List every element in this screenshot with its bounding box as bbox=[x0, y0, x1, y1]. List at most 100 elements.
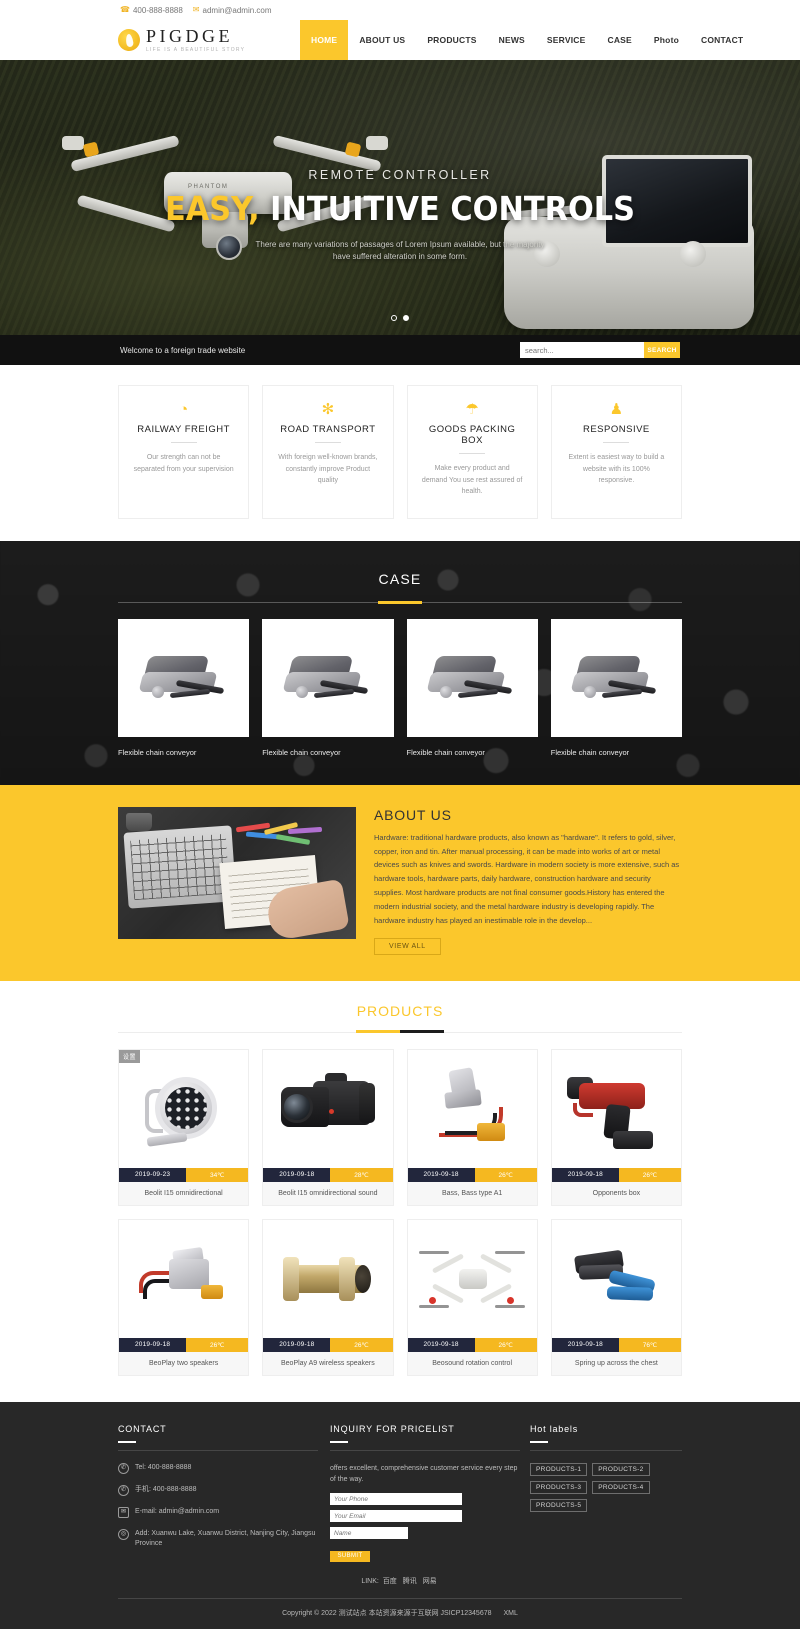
view-all-button[interactable]: VIEW ALL bbox=[374, 937, 441, 955]
topbar-phone-text: 400-888-8888 bbox=[132, 5, 183, 15]
case-thumbnail bbox=[406, 618, 538, 737]
footer-contact-column: CONTACT ✆ Tel: 400-888-8888 ✆ 手机: 400-88… bbox=[118, 1424, 318, 1562]
product-date: 2019-09-18 bbox=[263, 1167, 331, 1182]
case-card[interactable]: Flexible chain conveyor bbox=[550, 618, 682, 757]
footer-link-baidu[interactable]: 百度 bbox=[383, 1578, 397, 1585]
about-section: ABOUT US Hardware: traditional hardware … bbox=[0, 784, 800, 981]
topbar-email[interactable]: ✉ admin@admin.com bbox=[193, 6, 272, 15]
feature-desc: With foreign well-known brands, constant… bbox=[278, 454, 378, 485]
case-thumbnail bbox=[550, 618, 682, 737]
contact-item-text: 手机: 400-888-8888 bbox=[135, 1485, 197, 1493]
slider-dot-1[interactable] bbox=[391, 315, 397, 321]
mail-icon: ✉ bbox=[192, 5, 200, 14]
product-image bbox=[551, 1049, 681, 1168]
inquiry-phone-input[interactable] bbox=[330, 1493, 462, 1506]
led-floodlight-illustration bbox=[129, 1061, 239, 1157]
nav-item-case[interactable]: CASE bbox=[597, 20, 643, 60]
feature-card-railway-freight[interactable]: ◔ RAILWAY FREIGHT Our strength can not b… bbox=[118, 385, 250, 519]
divider bbox=[459, 453, 486, 454]
nav-item-photo[interactable]: Photo bbox=[643, 20, 690, 60]
product-card[interactable]: 2019-09-18 26℃ BeoPlay two speakers bbox=[118, 1218, 250, 1376]
footer-links-row: LINK: 百度 腾讯 网易 bbox=[118, 1562, 682, 1598]
divider bbox=[314, 442, 341, 443]
conveyor-clamp-illustration bbox=[136, 650, 232, 706]
submit-button[interactable]: SUBMIT bbox=[330, 1550, 370, 1562]
product-card[interactable]: 2019-09-18 26℃ Beosound rotation control bbox=[406, 1218, 538, 1376]
search-button[interactable]: SEARCH bbox=[644, 342, 680, 358]
case-card[interactable]: Flexible chain conveyor bbox=[406, 618, 538, 757]
hot-labels-list: PRODUCTS-1 PRODUCTS-2 PRODUCTS-3 PRODUCT… bbox=[530, 1462, 682, 1512]
feature-card-responsive[interactable]: ♟ RESPONSIVE Extent is easiest way to bu… bbox=[550, 385, 682, 519]
train-icon: ◔ bbox=[179, 401, 189, 418]
product-date: 2019-09-18 bbox=[407, 1337, 475, 1352]
flame-logo-icon bbox=[118, 29, 140, 51]
hero-kicker: REMOTE CONTROLLER bbox=[308, 168, 492, 182]
hot-label-tag[interactable]: PRODUCTS-1 bbox=[530, 1462, 588, 1476]
product-image bbox=[119, 1219, 249, 1338]
product-card[interactable]: 设置 2019-09-23 34℃ Beolit I15 omnidirecti… bbox=[118, 1048, 250, 1206]
location-icon: ◎ bbox=[118, 1528, 129, 1540]
hot-label-tag[interactable]: PRODUCTS-5 bbox=[530, 1498, 588, 1512]
product-date: 2019-09-18 bbox=[551, 1167, 619, 1182]
nav-item-about[interactable]: ABOUT US bbox=[348, 20, 416, 60]
main-nav: HOME ABOUT US PRODUCTS NEWS SERVICE CASE… bbox=[300, 20, 800, 60]
xml-link[interactable]: XML bbox=[503, 1610, 517, 1617]
products-grid: 设置 2019-09-23 34℃ Beolit I15 omnidirecti… bbox=[118, 1048, 682, 1376]
product-temp: 26℃ bbox=[186, 1337, 249, 1352]
hero-copy: REMOTE CONTROLLER EASY, INTUITIVE CONTRO… bbox=[0, 168, 800, 264]
footer-link-netease[interactable]: 网易 bbox=[423, 1578, 437, 1585]
copyright-text: Copyright © 2022 测试站点 本站资源来源于互联网 JSICP12… bbox=[282, 1610, 492, 1618]
feature-card-road-transport[interactable]: ✻ ROAD TRANSPORT With foreign well-known… bbox=[262, 385, 394, 519]
logo[interactable]: PIGDGE LIFE IS A BEAUTIFUL STORY bbox=[0, 20, 300, 60]
product-card[interactable]: 2019-09-18 26℃ Opponents box bbox=[550, 1048, 682, 1206]
product-name: Spring up across the chest bbox=[551, 1351, 681, 1375]
divider bbox=[118, 1030, 682, 1034]
case-thumbnail bbox=[118, 618, 250, 737]
footer-link-tencent[interactable]: 腾讯 bbox=[403, 1578, 417, 1585]
connector-tool-illustration bbox=[417, 1061, 527, 1157]
product-card[interactable]: 2019-09-18 28℃ Beolit I15 omnidirectiona… bbox=[262, 1048, 394, 1206]
product-temp: 26℃ bbox=[474, 1167, 537, 1182]
search-box: SEARCH bbox=[520, 342, 680, 358]
feature-card-goods-packing-box[interactable]: ☂ GOODS PACKING BOX Make every product a… bbox=[406, 385, 538, 519]
product-temp: 28℃ bbox=[330, 1167, 393, 1182]
product-card[interactable]: 2019-09-18 26℃ Bass, Bass type A1 bbox=[406, 1048, 538, 1206]
product-image bbox=[407, 1049, 537, 1168]
product-meta: 2019-09-23 34℃ bbox=[119, 1167, 249, 1182]
product-name: Beolit I15 omnidirectional bbox=[119, 1181, 249, 1205]
envelope-icon: ✉ bbox=[118, 1506, 129, 1518]
nav-item-news[interactable]: NEWS bbox=[488, 20, 536, 60]
inquiry-email-input[interactable] bbox=[330, 1510, 462, 1523]
hot-label-tag[interactable]: PRODUCTS-3 bbox=[530, 1480, 588, 1494]
cordless-tool-illustration bbox=[561, 1061, 671, 1157]
product-meta: 2019-09-18 26℃ bbox=[119, 1337, 249, 1352]
inquiry-blurb: offers excellent, comprehensive customer… bbox=[330, 1464, 518, 1484]
hot-label-tag[interactable]: PRODUCTS-4 bbox=[592, 1480, 650, 1494]
hero-title-highlight: EASY, bbox=[165, 189, 260, 228]
footer-hot-labels-column: Hot labels PRODUCTS-1 PRODUCTS-2 PRODUCT… bbox=[530, 1424, 682, 1562]
product-card[interactable]: 2019-09-18 76℃ Spring up across the ches… bbox=[550, 1218, 682, 1376]
feature-title: RAILWAY FREIGHT bbox=[137, 424, 230, 435]
nav-item-contact[interactable]: CONTACT bbox=[690, 20, 754, 60]
nav-item-products[interactable]: PRODUCTS bbox=[416, 20, 487, 60]
nav-item-service[interactable]: SERVICE bbox=[536, 20, 597, 60]
hot-label-tag[interactable]: PRODUCTS-2 bbox=[592, 1462, 650, 1476]
brass-coupling-illustration bbox=[273, 1231, 383, 1327]
feature-desc: Make every product and demand You use re… bbox=[421, 465, 523, 496]
case-card[interactable]: Flexible chain conveyor bbox=[262, 618, 394, 757]
product-date: 2019-09-18 bbox=[407, 1167, 475, 1182]
product-card[interactable]: 2019-09-18 26℃ BeoPlay A9 wireless speak… bbox=[262, 1218, 394, 1376]
contact-item-email[interactable]: ✉ E-mail: admin@admin.com bbox=[118, 1506, 318, 1518]
product-temp: 26℃ bbox=[618, 1167, 681, 1182]
whatsapp-icon: ✆ bbox=[118, 1484, 129, 1496]
feature-title: ROAD TRANSPORT bbox=[280, 424, 376, 435]
slider-dot-2[interactable] bbox=[403, 315, 409, 321]
umbrella-icon: ☂ bbox=[465, 401, 479, 418]
inquiry-name-input[interactable] bbox=[330, 1527, 408, 1540]
case-card[interactable]: Flexible chain conveyor bbox=[118, 618, 250, 757]
case-title: CASE bbox=[378, 570, 422, 587]
phone-icon: ✆ bbox=[118, 1462, 129, 1474]
nav-item-home[interactable]: HOME bbox=[300, 20, 349, 60]
search-input[interactable] bbox=[520, 342, 644, 358]
product-name: Opponents box bbox=[551, 1181, 681, 1205]
